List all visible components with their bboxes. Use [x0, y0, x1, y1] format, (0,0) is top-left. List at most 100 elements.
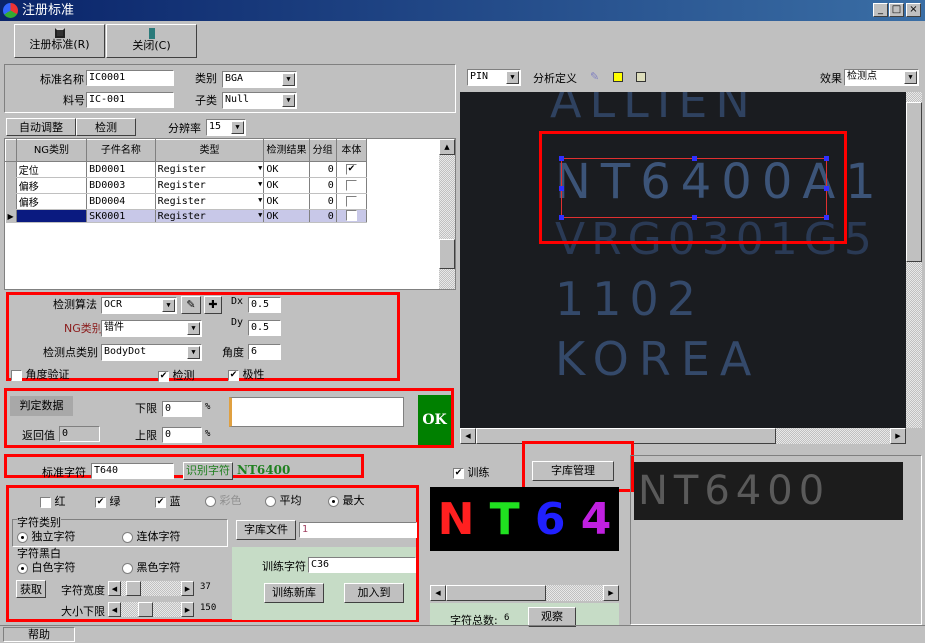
add-point-button[interactable]: ✚	[204, 296, 222, 314]
scroll-up-icon[interactable]: ▲	[439, 139, 455, 155]
ng-select[interactable]: 错件 ▼	[101, 320, 202, 337]
angle-input[interactable]: 6	[248, 344, 281, 360]
max-radio[interactable]: 最大	[328, 492, 365, 508]
cell-body-check[interactable]	[336, 193, 368, 210]
slider-right[interactable]: ▶	[181, 602, 194, 617]
scroll-right-icon[interactable]: ▶	[890, 428, 906, 444]
std-char-input[interactable]: T640	[91, 463, 174, 479]
lib-manage-button[interactable]: 字库管理	[532, 461, 614, 481]
resize-handle[interactable]	[824, 156, 829, 161]
grid-scrollbar[interactable]: ▲	[439, 139, 455, 289]
slider-left[interactable]: ◀	[108, 602, 121, 617]
upper-input[interactable]: 0	[162, 427, 202, 443]
cell-body-check[interactable]: ✔	[336, 161, 368, 178]
lower-input[interactable]: 0	[162, 401, 202, 417]
dy-input[interactable]: 0.5	[248, 320, 281, 336]
copy-icon[interactable]	[636, 72, 646, 82]
auto-adjust-button[interactable]: 自动调整	[6, 118, 76, 136]
table-row[interactable]: 偏移 BD0004 Register ▼ OK 0	[5, 193, 368, 210]
col-name[interactable]: 子件名称	[86, 139, 156, 162]
fetch-button[interactable]: 获取	[16, 580, 46, 598]
point-select[interactable]: BodyDot ▼	[101, 344, 202, 361]
help-status[interactable]: 帮助	[3, 627, 75, 642]
black-char-radio[interactable]: 黑色字符	[122, 559, 181, 575]
selection-box[interactable]	[559, 156, 829, 220]
resize-handle[interactable]	[559, 186, 564, 191]
col-body[interactable]: 本体	[335, 139, 368, 162]
subcat-select[interactable]: Null ▼	[222, 92, 297, 109]
scroll-thumb[interactable]	[439, 239, 455, 269]
cell-type[interactable]: Register ▼	[155, 193, 265, 210]
slider-thumb[interactable]	[138, 602, 153, 617]
scroll-thumb[interactable]	[446, 585, 546, 601]
std-name-input[interactable]: IC0001	[86, 70, 174, 86]
inspect-check[interactable]: ✔ 检测	[158, 367, 195, 383]
dx-input[interactable]: 0.5	[248, 297, 281, 313]
table-row[interactable]: ▶ SK0001 Register ▼ OK 0	[5, 209, 368, 223]
single-char-radio[interactable]: 独立字符	[17, 528, 76, 544]
recognize-button[interactable]: 识别字符	[183, 462, 233, 480]
effect-select[interactable]: 检测点 ▼	[844, 69, 919, 86]
train-check[interactable]: ✔ 训练	[453, 464, 490, 480]
green-channel-check[interactable]: ✔ 绿	[95, 493, 121, 509]
resize-handle[interactable]	[692, 215, 697, 220]
slider-left[interactable]: ◀	[108, 581, 121, 596]
col-ng[interactable]: NG类别	[15, 139, 88, 162]
view-button[interactable]: 观察	[528, 607, 576, 627]
joined-char-radio[interactable]: 连体字符	[122, 528, 181, 544]
col-type[interactable]: 类型	[154, 139, 265, 162]
resize-handle[interactable]	[824, 186, 829, 191]
white-char-radio[interactable]: 白色字符	[17, 559, 76, 575]
train-char-input[interactable]: C36	[308, 557, 416, 573]
resize-handle[interactable]	[824, 215, 829, 220]
parts-grid[interactable]: NG类别 子件名称 类型 检测结果 分组 本体 定位 BD0001 Regist…	[4, 138, 456, 290]
magic-wand-button[interactable]: ✎	[181, 296, 201, 314]
cell-type[interactable]: Register ▼	[155, 177, 265, 194]
angle-check[interactable]: 角度验证	[11, 366, 70, 382]
avg-radio[interactable]: 平均	[265, 492, 302, 508]
red-channel-check[interactable]: 红	[40, 493, 66, 509]
inspect-button[interactable]: 检测	[76, 118, 136, 136]
resize-handle[interactable]	[692, 156, 697, 161]
cell-body-check[interactable]	[336, 209, 368, 223]
table-row[interactable]: 偏移 BD0003 Register ▼ OK 0	[5, 177, 368, 194]
part-input[interactable]: IC-001	[86, 92, 174, 108]
algo-select[interactable]: OCR ▼	[101, 297, 177, 314]
resolution-select[interactable]: 15 ▼	[206, 119, 246, 136]
copy-yellow-icon[interactable]	[613, 72, 623, 82]
lib-file-button[interactable]: 字库文件	[236, 520, 296, 540]
image-canvas[interactable]: ALLIEN NT6400A1 VRG0301G5 1102 KOREA	[460, 92, 906, 428]
close-window-button[interactable]: ×	[906, 3, 921, 17]
mode-select[interactable]: PIN ▼	[467, 69, 521, 86]
minimize-button[interactable]: _	[873, 3, 888, 17]
slider-right[interactable]: ▶	[181, 581, 194, 596]
close-button[interactable]: 关闭(C)	[106, 24, 197, 58]
col-result[interactable]: 检测结果	[263, 139, 310, 162]
lib-file-input[interactable]: 1	[299, 522, 417, 538]
polarity-check[interactable]: ✔ 极性	[228, 366, 265, 382]
vertical-scrollbar[interactable]	[906, 92, 922, 428]
width-slider[interactable]: ◀ ▶	[108, 581, 194, 596]
cell-body-check[interactable]	[336, 177, 368, 194]
size-slider[interactable]: ◀ ▶	[108, 602, 194, 617]
scroll-left-icon[interactable]: ◀	[430, 585, 446, 601]
register-button[interactable]: 注册标准(R)	[14, 24, 105, 58]
scroll-left-icon[interactable]: ◀	[460, 428, 476, 444]
pen-icon[interactable]: ✎	[590, 70, 599, 83]
add-to-button[interactable]: 加入到	[344, 583, 404, 603]
train-new-button[interactable]: 训练新库	[264, 583, 324, 603]
resize-handle[interactable]	[559, 215, 564, 220]
slider-thumb[interactable]	[126, 581, 141, 596]
blue-channel-check[interactable]: ✔ 蓝	[155, 493, 181, 509]
category-select[interactable]: BGA ▼	[222, 71, 297, 88]
color-radio[interactable]: 彩色	[205, 492, 242, 508]
scroll-right-icon[interactable]: ▶	[603, 585, 619, 601]
preview-scrollbar[interactable]: ◀ ▶	[430, 585, 619, 601]
cell-type[interactable]: Register ▼	[155, 161, 265, 178]
col-group[interactable]: 分组	[308, 139, 337, 162]
resize-handle[interactable]	[559, 156, 564, 161]
table-row[interactable]: 定位 BD0001 Register ▼ OK 0 ✔	[5, 161, 368, 178]
cell-type[interactable]: Register ▼	[155, 209, 265, 223]
maximize-button[interactable]: □	[889, 3, 904, 17]
scroll-thumb[interactable]	[906, 102, 922, 262]
